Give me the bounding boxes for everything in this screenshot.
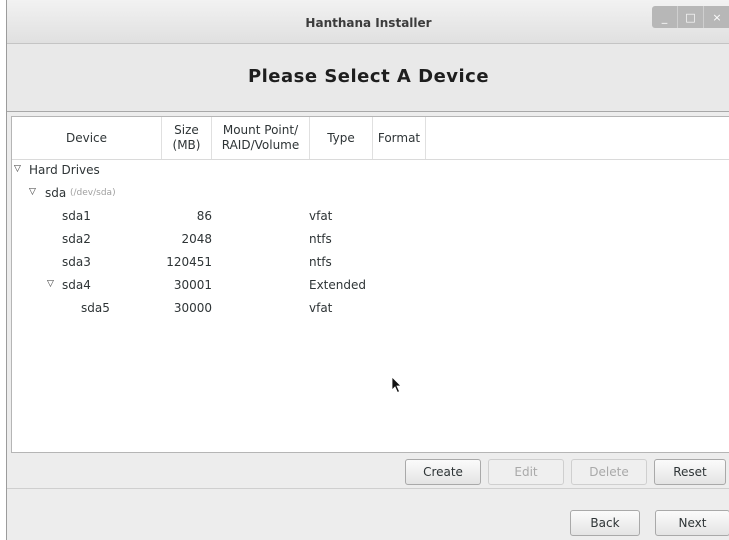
column-label: Size (MB) [172, 123, 201, 152]
device-label: sda2 [62, 232, 91, 246]
tree-row-hard-drives[interactable]: ▽ Hard Drives [12, 160, 729, 183]
size-value: 120451 [166, 255, 212, 269]
column-label: Format [377, 130, 421, 145]
device-label: sda1 [62, 209, 91, 223]
edit-button[interactable]: Edit [488, 459, 564, 485]
device-label: sda3 [62, 255, 91, 269]
window-title: Hanthana Installer [305, 16, 432, 30]
expander-icon[interactable]: ▽ [14, 164, 21, 174]
back-button[interactable]: Back [570, 510, 640, 536]
reset-button[interactable]: Reset [654, 459, 726, 485]
size-value: 30000 [173, 301, 212, 315]
device-label: sda [45, 186, 67, 200]
footer-divider [7, 488, 729, 489]
next-button[interactable]: Next [655, 510, 729, 536]
device-tree[interactable]: Device Size (MB) Mount Point/ RAID/Volum… [11, 116, 729, 453]
device-label: sda4 [62, 278, 91, 292]
type-value: ntfs [309, 232, 332, 246]
type-value: vfat [309, 209, 333, 223]
column-header-type[interactable]: Type [310, 117, 373, 159]
tree-row-sda3[interactable]: sda3 120451 ntfs [12, 252, 729, 275]
tree-row-sda1[interactable]: sda1 86 vfat [12, 206, 729, 229]
size-value: 2048 [181, 232, 212, 246]
tree-row-sda2[interactable]: sda2 2048 ntfs [12, 229, 729, 252]
expander-icon[interactable]: ▽ [29, 187, 36, 197]
column-headers: Device Size (MB) Mount Point/ RAID/Volum… [12, 117, 729, 160]
column-header-device[interactable]: Device [12, 117, 162, 159]
delete-button[interactable]: Delete [571, 459, 647, 485]
expander-icon[interactable]: ▽ [47, 279, 54, 289]
column-label: Device [65, 130, 108, 145]
installer-window: Hanthana Installer _ □ × Please Select A… [6, 0, 729, 540]
mouse-pointer-icon [391, 376, 402, 394]
size-value: 86 [196, 209, 212, 223]
column-header-format[interactable]: Format [373, 117, 426, 159]
device-path: (/dev/sda) [70, 188, 116, 198]
tree-row-sda4[interactable]: ▽ sda4 30001 Extended [12, 275, 729, 298]
column-label: Type [327, 130, 355, 145]
page-title: Please Select A Device [247, 66, 490, 87]
minimize-button[interactable]: _ [652, 6, 678, 28]
close-button[interactable]: × [704, 6, 729, 28]
create-button[interactable]: Create [405, 459, 481, 485]
column-label: Mount Point/ RAID/Volume [221, 123, 300, 152]
column-header-size[interactable]: Size (MB) [162, 117, 212, 159]
type-value: ntfs [309, 255, 332, 269]
window-controls: _ □ × [652, 6, 729, 28]
column-header-mount-point[interactable]: Mount Point/ RAID/Volume [212, 117, 310, 159]
type-value: vfat [309, 301, 333, 315]
title-bar[interactable]: Hanthana Installer _ □ × [7, 0, 729, 44]
tree-row-sda[interactable]: ▽ sda (/dev/sda) [12, 183, 729, 206]
device-label: sda5 [81, 301, 110, 315]
tree-row-sda5[interactable]: sda5 30000 vfat [12, 298, 729, 321]
device-label: Hard Drives [29, 163, 100, 177]
type-value: Extended [309, 278, 366, 292]
size-value: 30001 [173, 278, 212, 292]
page-header: Please Select A Device [7, 44, 729, 112]
maximize-button[interactable]: □ [678, 6, 704, 28]
